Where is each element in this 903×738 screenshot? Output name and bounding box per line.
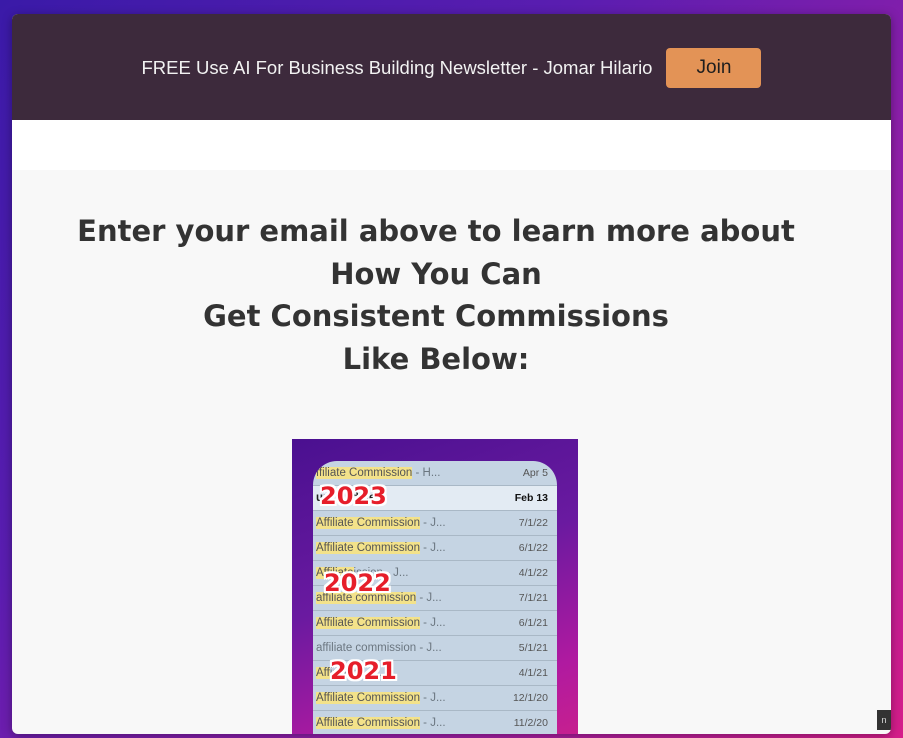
email-subject-rest: - J... <box>419 542 446 554</box>
email-row: Affiliate Commission - J... 6/1/22 <box>313 536 557 561</box>
email-date: 7/1/21 <box>518 592 548 604</box>
headline-line-2: How You Can <box>330 256 542 291</box>
popup-window: FREE Use AI For Business Building Newsle… <box>12 14 891 734</box>
year-label-2022: 2022 <box>324 569 391 597</box>
email-row: Affiliate Commission - J... 7/1/22 <box>313 511 557 536</box>
email-date: Apr 5 <box>522 467 548 479</box>
email-subject: Affiliate Commission - J... <box>316 692 446 704</box>
email-date: 4/1/22 <box>518 567 548 579</box>
email-date: 4/1/21 <box>518 667 548 679</box>
email-row: Affiliate Commission - J... 12/1/20 <box>313 686 557 711</box>
email-date: 6/1/21 <box>518 617 548 629</box>
email-date: Feb 13 <box>514 492 548 504</box>
email-subject: Affiliate Commission - J... <box>316 717 446 729</box>
email-subject-rest: - J... <box>416 592 442 604</box>
email-date: 7/1/22 <box>518 517 548 529</box>
email-subject-rest: - J... <box>419 717 446 729</box>
email-subject-rest: - J... <box>419 617 446 629</box>
email-subject-highlight: Affiliate Commission <box>316 542 420 554</box>
banner-text: FREE Use AI For Business Building Newsle… <box>141 57 653 78</box>
email-row: Affiliate Commission - J... 6/1/21 <box>313 611 557 636</box>
email-subject-highlight: Affiliate Commission <box>316 617 420 629</box>
email-subject-highlight: Affiliate Commission <box>316 692 420 704</box>
spacer-band <box>12 120 891 170</box>
email-date: 6/1/22 <box>518 542 548 554</box>
year-label-2021: 2021 <box>330 657 397 685</box>
email-subject-rest: - J... <box>419 517 446 529</box>
headline-line-4: Like Below: <box>342 341 530 376</box>
email-subject-highlight: ffiliate Commission <box>316 467 413 479</box>
email-subject-highlight: Affiliate Commission <box>316 717 420 729</box>
email-subject-rest: affiliate commission - J... <box>316 642 442 654</box>
join-button[interactable]: Join <box>666 48 762 88</box>
headline-line-3: Get Consistent Commissions <box>203 299 669 333</box>
email-row: Affiliate Commission - J... 11/2/20 <box>313 711 557 734</box>
headline-line-1: Enter your email above to learn more abo… <box>77 214 795 248</box>
email-subject-rest: - J... <box>419 692 446 704</box>
email-subject: ffiliate Commission - H... <box>316 467 440 479</box>
headline: Enter your email above to learn more abo… <box>12 210 860 380</box>
email-subject: Affiliate Commission - J... <box>316 517 446 529</box>
email-date: 11/2/20 <box>513 717 548 729</box>
corner-tab[interactable]: n <box>877 710 891 730</box>
email-subject-highlight: Affiliate Commission <box>316 517 420 529</box>
email-date: 5/1/21 <box>518 642 548 654</box>
newsletter-banner: FREE Use AI For Business Building Newsle… <box>12 14 891 120</box>
email-subject: Affiliate Commission - J... <box>316 617 446 629</box>
email-subject: affiliate commission - J... <box>316 642 442 654</box>
email-date: 12/1/20 <box>512 692 548 704</box>
email-subject-rest: - H... <box>412 467 441 479</box>
email-subject: Affiliate Commission - J... <box>316 542 446 554</box>
email-subject-highlight: Aff <box>316 667 330 679</box>
year-label-2023: 2023 <box>320 482 387 510</box>
